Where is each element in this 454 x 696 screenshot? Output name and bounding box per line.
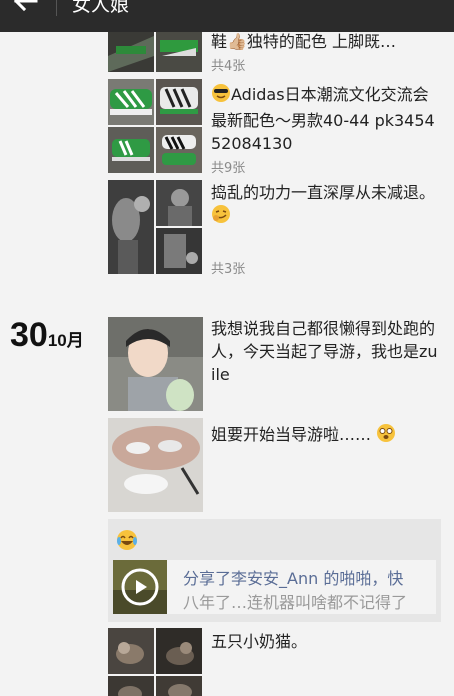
post-photo[interactable]	[108, 79, 154, 125]
post-photo[interactable]	[108, 127, 154, 173]
header-divider	[56, 0, 57, 16]
page-title: 女人娘	[72, 0, 130, 16]
photo-count: 共4张	[211, 59, 246, 74]
post-text-content: 姐要开始当导游啦……	[211, 425, 372, 444]
share-title[interactable]: 分享了李安安_Ann 的啪啪，快	[183, 565, 403, 589]
photo-count: 共9张	[211, 161, 246, 176]
photo-count: 共3张	[211, 262, 246, 277]
post-photo[interactable]	[108, 418, 203, 512]
shared-video-link[interactable]: 分享了李安安_Ann 的啪啪，快 八年了…连机器叫啥都不记得了	[113, 560, 436, 614]
date-month: 10月	[47, 331, 84, 350]
post-photo[interactable]	[156, 127, 202, 173]
post-photo[interactable]	[108, 676, 154, 696]
cool-face-emoji	[211, 83, 231, 109]
post-text: Adidas日本潮流文化交流会最新配色～男款40-44 pk3454520841…	[211, 83, 441, 155]
post-text: 捣乱的功力一直深厚从未减退。	[211, 181, 441, 230]
top-bar: 女人娘	[0, 0, 454, 32]
date-label: 3010月	[10, 316, 84, 355]
post-photo[interactable]	[108, 32, 154, 72]
date-day: 30	[10, 316, 48, 354]
post-photo[interactable]	[156, 180, 202, 226]
post-photo[interactable]	[108, 628, 154, 674]
smirk-emoji	[211, 204, 231, 230]
post-text: 姐要开始当导游啦……	[211, 423, 441, 449]
post-photo[interactable]	[156, 32, 202, 72]
dizzy-face-emoji	[376, 423, 396, 449]
post-text: 鞋👍🏼独特的配色 上脚既…	[211, 32, 397, 51]
post-text: 五只小奶猫。	[211, 632, 308, 651]
post-photo[interactable]	[156, 676, 202, 696]
post-photo[interactable]	[156, 79, 202, 125]
laughing-tears-emoji	[116, 529, 138, 555]
share-description: 八年了…连机器叫啥都不记得了	[183, 593, 408, 612]
post-text-content: 捣乱的功力一直深厚从未减退。	[211, 183, 436, 202]
post-text-content: Adidas日本潮流文化交流会最新配色～男款40-44 pk3454520841…	[211, 85, 435, 153]
post-photo[interactable]	[108, 317, 203, 411]
post-photo[interactable]	[156, 228, 202, 274]
shared-post-card[interactable]: 分享了李安安_Ann 的啪啪，快 八年了…连机器叫啥都不记得了	[108, 519, 441, 622]
play-icon[interactable]	[130, 577, 150, 597]
post-photo[interactable]	[156, 628, 202, 674]
post-photo[interactable]	[108, 180, 154, 274]
post-text: 我想说我自己都很懒得到处跑的人，今天当起了导游，我也是zuile	[211, 319, 438, 384]
album-feed[interactable]: 鞋👍🏼独特的配色 上脚既… 共4张 Adidas日本潮流文化交流会最新配色～男款…	[0, 32, 454, 696]
arrow-left-icon[interactable]	[10, 0, 40, 16]
